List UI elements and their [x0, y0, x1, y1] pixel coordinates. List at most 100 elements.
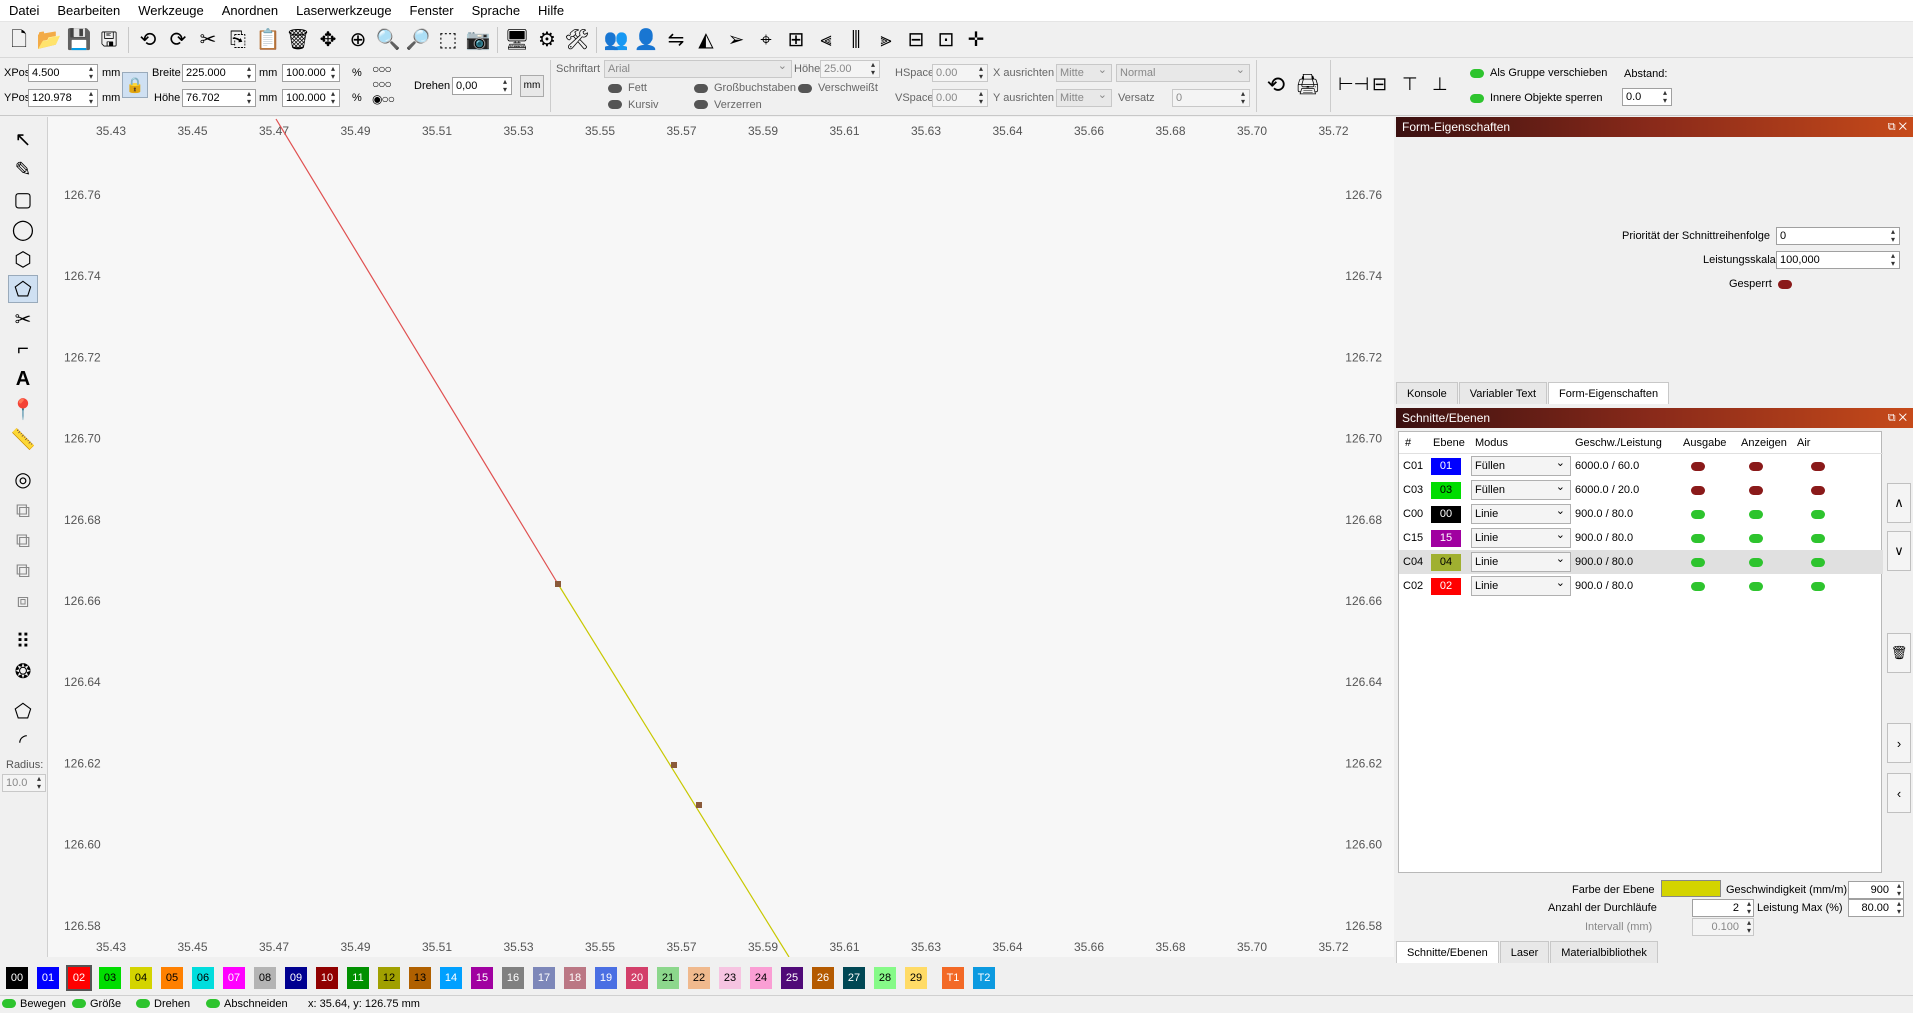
layer-row[interactable]: C03 03 Füllen 6000.0 / 20.0 — [1399, 478, 1883, 502]
boolean-union-icon[interactable]: ⧉ — [8, 497, 38, 525]
bold-toggle[interactable] — [608, 84, 622, 93]
layer-show-toggle[interactable] — [1749, 486, 1763, 495]
layer-swatch[interactable]: 00 — [1431, 506, 1461, 523]
path-node[interactable] — [671, 762, 677, 768]
distribute-v-icon[interactable]: ⊡ — [931, 25, 961, 55]
layer-show-toggle[interactable] — [1749, 582, 1763, 591]
dist-v-center-icon[interactable]: ⊥ — [1432, 74, 1448, 95]
x-align-select[interactable]: Mitte — [1056, 62, 1112, 82]
path-segment-red[interactable] — [275, 118, 559, 585]
palette-color-02[interactable]: 02 — [66, 965, 92, 991]
ypos-input[interactable]: 120.978 — [28, 89, 98, 107]
collapse-left-icon[interactable]: ‹ — [1887, 773, 1911, 813]
locked-toggle[interactable] — [1778, 280, 1792, 289]
layer-output-toggle[interactable] — [1691, 510, 1705, 519]
menu-anordnen[interactable]: Anordnen — [213, 0, 287, 22]
redo-icon[interactable]: ⟳ — [163, 25, 193, 55]
layer-swatch[interactable]: 15 — [1431, 530, 1461, 547]
tab-top-1[interactable]: Variabler Text — [1458, 382, 1548, 404]
center-icon[interactable]: ✛ — [961, 25, 991, 55]
layer-color-swatch[interactable] — [1661, 880, 1721, 897]
palette-color-28[interactable]: 28 — [874, 967, 896, 989]
boolean-intersect-icon[interactable]: ⧉ — [8, 557, 38, 585]
offset-shape-icon[interactable]: ◎ — [8, 465, 38, 493]
printer-icon[interactable]: 🖨 — [1294, 72, 1322, 100]
node-edit-icon[interactable]: ⬠ — [8, 697, 38, 725]
dock-controls-icon[interactable]: ⧉ ✕ — [1888, 117, 1907, 137]
layer-air-toggle[interactable] — [1811, 558, 1825, 567]
y-align-select[interactable]: Mitte — [1056, 87, 1112, 107]
welded-toggle[interactable] — [798, 84, 812, 93]
palette-color-06[interactable]: 06 — [192, 967, 214, 989]
save-as-icon[interactable]: 🖫 — [94, 25, 124, 55]
paste-icon[interactable]: 📋 — [253, 25, 283, 55]
layer-swatch[interactable]: 02 — [1431, 578, 1461, 595]
layer-row[interactable]: C15 15 Linie 900.0 / 80.0 — [1399, 526, 1883, 550]
vspace-input[interactable]: 0.00 — [932, 89, 988, 107]
distribute-h-icon[interactable]: ⊟ — [901, 25, 931, 55]
width-input[interactable]: 225.000 — [182, 64, 256, 82]
palette-color-29[interactable]: 29 — [905, 967, 927, 989]
layer-mode-select[interactable]: Linie — [1471, 574, 1571, 596]
palette-color-23[interactable]: 23 — [719, 967, 741, 989]
scale-height-input[interactable]: 100.000 — [282, 89, 340, 107]
grid-array-icon[interactable]: ⠿ — [8, 627, 38, 655]
dist-h-space-icon[interactable]: ⊢⊣ — [1338, 74, 1369, 95]
layer-output-toggle[interactable] — [1691, 534, 1705, 543]
layer-air-toggle[interactable] — [1811, 462, 1825, 471]
layer-output-toggle[interactable] — [1691, 462, 1705, 471]
palette-color-T2[interactable]: T2 — [973, 967, 995, 989]
interval-input[interactable]: 0.100 — [1692, 918, 1754, 936]
anchor-grid[interactable]: ○○○ ○○○ ◉○○ — [372, 62, 412, 108]
save-icon[interactable]: 💾 — [64, 25, 94, 55]
menu-werkzeuge[interactable]: Werkzeuge — [129, 0, 213, 22]
flip-horizontal-icon[interactable]: ⇋ — [661, 25, 691, 55]
palette-color-T1[interactable]: T1 — [942, 967, 964, 989]
layer-row[interactable]: C04 04 Linie 900.0 / 80.0 — [1399, 550, 1883, 574]
distort-toggle[interactable] — [694, 100, 708, 109]
polygon-icon[interactable]: ⬡ — [8, 245, 38, 273]
menu-bearbeiten[interactable]: Bearbeiten — [48, 0, 129, 22]
zoom-selection-icon[interactable]: ⬚ — [433, 25, 463, 55]
palette-color-16[interactable]: 16 — [502, 967, 524, 989]
layer-swatch[interactable]: 04 — [1431, 554, 1461, 571]
power-scale-input[interactable]: 100,000 — [1776, 251, 1900, 269]
passes-input[interactable]: 2 — [1692, 899, 1754, 917]
text-style-select[interactable]: Normal — [1116, 62, 1250, 82]
palette-color-22[interactable]: 22 — [688, 967, 710, 989]
layer-air-toggle[interactable] — [1811, 534, 1825, 543]
tab-bottom-0[interactable]: Schnitte/Ebenen — [1396, 941, 1499, 963]
open-folder-icon[interactable]: 📂 — [34, 25, 64, 55]
layer-air-toggle[interactable] — [1811, 582, 1825, 591]
palette-color-24[interactable]: 24 — [750, 967, 772, 989]
palette-color-14[interactable]: 14 — [440, 967, 462, 989]
menu-sprache[interactable]: Sprache — [463, 0, 529, 22]
menu-laserwerkzeuge[interactable]: Laserwerkzeuge — [287, 0, 400, 22]
tab-bottom-2[interactable]: Materialbibliothek — [1550, 941, 1658, 963]
align-middle-icon[interactable]: ⫸ — [871, 25, 901, 55]
priority-input[interactable]: 0 — [1776, 227, 1900, 245]
tab-bottom-1[interactable]: Laser — [1499, 941, 1550, 963]
rectangle-icon[interactable]: ▢ — [8, 185, 38, 213]
palette-color-04[interactable]: 04 — [130, 967, 152, 989]
target-icon[interactable]: ⌖ — [751, 25, 781, 55]
font-select[interactable]: Arial — [604, 58, 792, 78]
align-tree-icon[interactable]: ⊞ — [781, 25, 811, 55]
status-size-toggle[interactable] — [72, 999, 86, 1008]
layer-output-toggle[interactable] — [1691, 486, 1705, 495]
tab-top-2[interactable]: Form-Eigenschaften — [1548, 382, 1670, 404]
palette-color-18[interactable]: 18 — [564, 967, 586, 989]
palette-color-09[interactable]: 09 — [285, 967, 307, 989]
status-cut[interactable]: Abschneiden — [206, 998, 288, 1010]
menu-hilfe[interactable]: Hilfe — [529, 0, 573, 22]
path-node[interactable] — [555, 581, 561, 587]
palette-color-08[interactable]: 08 — [254, 967, 276, 989]
mirror-icon[interactable]: ◭ — [691, 25, 721, 55]
pen-draw-icon[interactable]: ✎ — [8, 155, 38, 183]
layer-air-toggle[interactable] — [1811, 486, 1825, 495]
layer-show-toggle[interactable] — [1749, 510, 1763, 519]
send-icon[interactable]: ➢ — [721, 25, 751, 55]
rounded-corner-icon[interactable]: ◜ — [8, 727, 38, 755]
palette-color-10[interactable]: 10 — [316, 967, 338, 989]
uppercase-toggle[interactable] — [694, 84, 708, 93]
